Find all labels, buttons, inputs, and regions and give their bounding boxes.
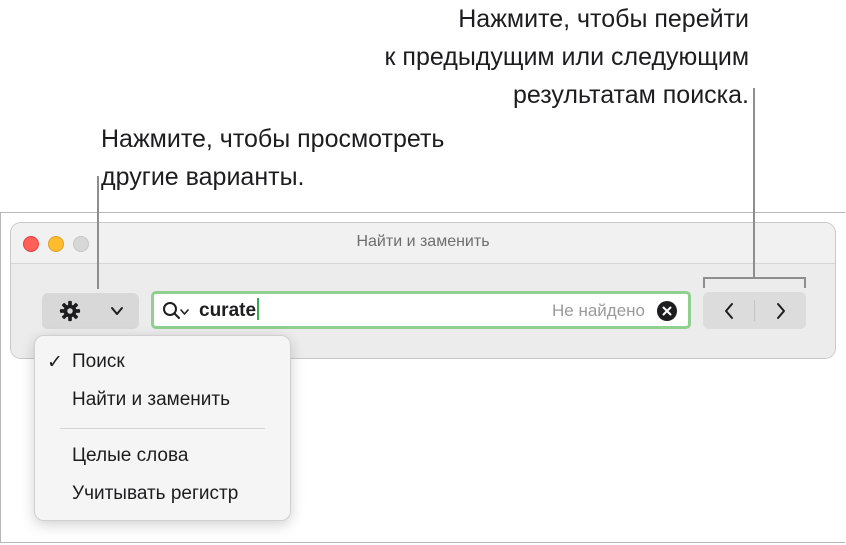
search-field[interactable]: curate Не найдено [151, 291, 691, 329]
options-menu-button[interactable] [42, 293, 139, 329]
search-status: Не найдено [551, 301, 645, 320]
navigation-callout-line: к предыдущим или следующим [384, 43, 749, 71]
menu-separator [60, 428, 265, 429]
title-bar: Найти и заменить [11, 223, 835, 264]
options-dropdown-menu: ✓ Поиск Найти и заменить Целые слова Учи… [34, 335, 291, 521]
magnifier-with-chevron-icon[interactable] [161, 300, 191, 322]
clear-circle-icon[interactable] [657, 301, 677, 321]
search-input-text: curate [199, 300, 257, 321]
chevron-left-icon [725, 303, 733, 319]
navigation-callout-line: результатам поиска. [512, 81, 749, 109]
menu-item-label: Найти и заменить [72, 389, 231, 410]
text-caret [257, 298, 260, 320]
menu-item-find[interactable]: ✓ Поиск [35, 347, 290, 379]
navigation-bracket-right-tick [804, 277, 806, 288]
menu-item-label: Поиск [72, 351, 125, 372]
search-input[interactable]: curate [199, 298, 260, 322]
menu-item-label: Целые слова [72, 445, 189, 466]
checkmark-icon: ✓ [47, 352, 63, 373]
navigation-bracket [703, 277, 806, 279]
navigation-callout: Нажмите, чтобы перейти к предыдущим или … [385, 0, 749, 114]
options-callout-line: Нажмите, чтобы просмотреть [101, 125, 445, 153]
menu-item-match-case[interactable]: Учитывать регистр [35, 479, 290, 511]
options-callout: Нажмите, чтобы просмотреть другие вариан… [101, 120, 444, 196]
chevron-down-icon [111, 307, 123, 315]
next-result-button[interactable] [755, 292, 806, 329]
chevron-right-icon [777, 303, 785, 319]
menu-item-whole-words[interactable]: Целые слова [35, 441, 290, 473]
options-leader-line [97, 176, 99, 289]
search-navigation-group [703, 292, 806, 329]
menu-item-find-replace[interactable]: Найти и заменить [35, 385, 290, 417]
navigation-leader-line [753, 88, 755, 278]
previous-result-button[interactable] [703, 292, 754, 329]
window-title: Найти и заменить [356, 233, 490, 250]
navigation-callout-line: Нажмите, чтобы перейти [458, 5, 749, 33]
menu-item-label: Учитывать регистр [72, 483, 239, 504]
navigation-bracket-left-tick [703, 277, 705, 288]
gear-icon [59, 300, 81, 322]
options-callout-line: другие варианты. [101, 163, 305, 191]
